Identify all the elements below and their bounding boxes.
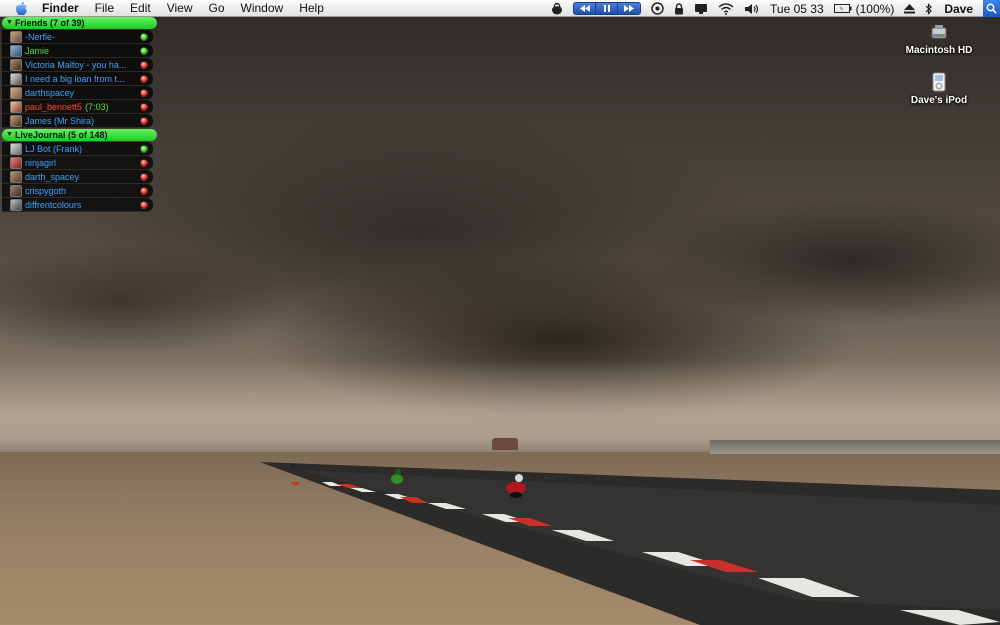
buddy-name: James (Mr Shira) [25,115,95,126]
buddy-row[interactable]: Jamie [2,44,153,58]
buddy-row[interactable]: crispygoth [2,184,153,198]
buddy-avatar-icon [10,86,22,99]
buddy-row[interactable]: -Nerfie- [2,30,153,44]
user-menu[interactable]: Dave [938,0,979,17]
status-away-icon [140,186,148,195]
buddy-idle-time: (7:03) [85,101,109,112]
buddy-name: Victoria Malfoy - you ha... [25,59,127,70]
buddy-avatar-icon [10,30,22,43]
buddy-name: LJ Bot (Frank) [25,143,83,154]
buddy-avatar-icon [10,170,22,183]
group-livejournal: LJ Bot (Frank) ninjagirl darth_spaceycrisp… [2,142,157,212]
status-available-icon [140,32,148,41]
buddy-list: ▼ Friends (7 of 39) -Nerfie- Jamie Victori… [2,17,157,212]
buddy-name: diffrentcolours [25,199,82,210]
buddy-avatar-icon [10,100,22,113]
buddy-row[interactable]: I need a big loan from t... [2,72,153,86]
status-away-icon [140,158,148,167]
buddy-name: -Nerfie- [25,31,56,42]
buddy-avatar-icon [10,142,22,155]
buddy-name: darth_spacey [25,171,80,182]
buddy-name: Jamie [25,45,50,56]
desktop-icon-macintosh-hd[interactable]: Macintosh HD [894,22,984,56]
menu-go[interactable]: Go [201,0,233,17]
buddy-avatar-icon [10,114,22,127]
menu-file[interactable]: File [87,0,122,17]
status-away-icon [140,102,148,111]
status-available-icon [140,144,148,153]
buddy-row[interactable]: James (Mr Shira) [2,114,153,128]
lock-icon[interactable] [669,0,689,17]
buddy-name: paul_bennett5 [25,101,83,112]
ipod-icon [932,72,946,92]
status-available-icon [140,46,148,55]
desktop-icon-label: Dave's iPod [910,95,968,106]
status-away-icon [140,200,148,209]
menu-bar: Finder File Edit View Go Window Help Tue… [0,0,1000,17]
buddy-avatar-icon [10,198,22,211]
battery-icon [833,4,852,13]
buddy-name: darthspacey [25,87,75,98]
status-away-icon [140,60,148,69]
buddy-row[interactable]: LJ Bot (Frank) [2,142,153,156]
group-title: Friends (7 of 39) [14,18,85,28]
group-header-friends[interactable]: ▼ Friends (7 of 39) [2,17,157,29]
buddy-row[interactable]: diffrentcolours [2,198,153,212]
buddy-avatar-icon [10,156,22,169]
menu-help[interactable]: Help [291,0,332,17]
desktop-icon-ipod[interactable]: Dave's iPod [894,72,984,106]
buddy-name: I need a big loan from t... [25,73,125,84]
battery-percent: (100%) [855,1,895,16]
menu-view[interactable]: View [159,0,201,17]
spotlight-search-icon[interactable] [983,0,1000,17]
display-icon[interactable] [689,0,713,17]
battery-status[interactable]: (100%) [829,0,900,17]
desktop-icon-label: Macintosh HD [905,45,973,56]
status-away-icon [140,116,148,125]
eject-icon[interactable] [899,0,920,17]
buddy-avatar-icon [10,72,22,85]
pause-icon[interactable] [596,3,619,14]
buddy-row[interactable]: ninjagirl [2,156,153,170]
hard-drive-icon [931,25,947,39]
buddy-row[interactable]: darth_spacey [2,170,153,184]
menu-clock[interactable]: Tue 05 33 [765,0,829,17]
next-track-icon[interactable] [618,3,640,14]
status-away-icon [140,74,148,83]
group-friends: -Nerfie- Jamie Victoria Malfoy - you ha...… [2,30,157,128]
itunes-controls [568,0,646,17]
menu-edit[interactable]: Edit [122,0,159,17]
buddy-avatar-icon [10,184,22,197]
speaker-volume-icon[interactable] [739,0,765,17]
buddy-avatar-icon [10,44,22,57]
wifi-icon[interactable] [713,0,739,17]
status-away-icon [140,88,148,97]
status-away-icon [140,172,148,181]
app-menu-finder[interactable]: Finder [34,0,87,17]
bluetooth-icon[interactable] [920,0,938,17]
menu-window[interactable]: Window [233,0,292,17]
group-header-livejournal[interactable]: ▼ LiveJournal (5 of 148) [2,129,157,141]
group-title: LiveJournal (5 of 148) [14,130,108,140]
buddy-name: crispygoth [25,185,67,196]
disclosure-triangle-icon[interactable]: ▼ [6,129,13,141]
disclosure-triangle-icon[interactable]: ▼ [6,17,13,29]
previous-track-icon[interactable] [574,3,597,14]
buddy-row[interactable]: Victoria Malfoy - you ha... [2,58,153,72]
buddy-name: ninjagirl [25,157,57,168]
buddy-row[interactable]: darthspacey [2,86,153,100]
apple-menu-icon[interactable] [8,0,34,17]
adium-duck-icon[interactable] [546,0,568,17]
buddy-avatar-icon [10,58,22,71]
buddy-row[interactable]: paul_bennett5 (7:03) [2,100,153,114]
volume-knob-icon[interactable] [646,0,669,17]
